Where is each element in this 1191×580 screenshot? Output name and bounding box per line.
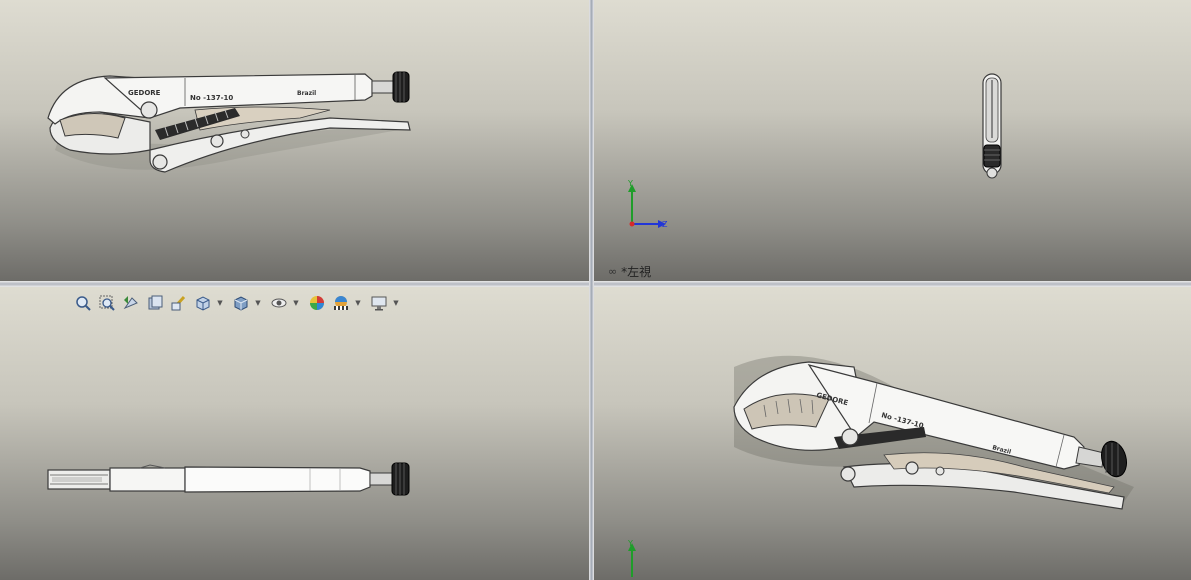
view-orientation-label: ∞ *左視: [608, 263, 651, 280]
pliers-top-view: [47, 462, 410, 496]
view-name: *左視: [621, 265, 652, 279]
viewport-top-view[interactable]: ▼ ▼ ▼ ▼ ▼: [0, 287, 589, 580]
axis-y-label: Y: [627, 539, 633, 548]
pliers-left-view: Y Z: [627, 73, 1002, 229]
viewport-isometric-view[interactable]: GEDORE No -137-10 Brazil Y: [594, 287, 1191, 580]
horizontal-viewport-splitter[interactable]: [0, 281, 1191, 287]
model-marking: No -137-10: [190, 94, 233, 102]
link-views-icon: ∞: [608, 265, 618, 278]
vertical-viewport-splitter[interactable]: [589, 0, 594, 580]
viewport-front[interactable]: GEDORE No -137-10 Brazil: [0, 0, 589, 281]
axis-triad: Y: [627, 539, 636, 577]
brand-marking: GEDORE: [128, 89, 161, 97]
viewport-left-view[interactable]: Y Z ∞ *左視: [594, 0, 1191, 281]
axis-y-label: Y: [627, 179, 633, 188]
axis-triad: Y Z: [627, 179, 668, 229]
pliers-isometric-view: GEDORE No -137-10 Brazil Y: [627, 355, 1134, 577]
pliers-front-view: GEDORE No -137-10 Brazil: [47, 71, 411, 173]
maker-marking: Brazil: [297, 90, 316, 97]
axis-z-label: Z: [662, 220, 668, 229]
